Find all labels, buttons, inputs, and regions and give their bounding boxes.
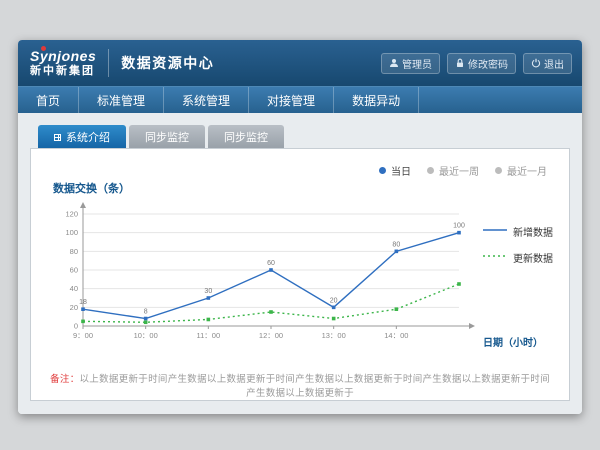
change-password-button[interactable]: 修改密码 — [447, 53, 516, 74]
svg-text:11：00: 11：00 — [197, 331, 221, 340]
svg-text:9：00: 9：00 — [73, 331, 93, 340]
filter-last-month-label: 最近一月 — [507, 163, 547, 178]
svg-text:30: 30 — [204, 288, 212, 295]
svg-text:60: 60 — [267, 260, 275, 267]
line-chart: 0 20 40 60 80 100 120 9：00 10：00 11：00 12：00 13：00 1… — [47, 198, 477, 350]
time-filter-legend: 当日 最近一周 最近一月 — [47, 149, 553, 178]
footnote: 备注：以上数据更新于时间产生数据以上数据更新于时间产生数据以上数据更新于时间产生… — [47, 371, 553, 399]
brand-logo: Synjones 新中新集团 — [28, 49, 96, 77]
logout-button[interactable]: 退出 — [523, 53, 572, 74]
tab-bar: 系统介绍 同步监控 同步监控 — [38, 125, 570, 148]
nav-item-standard-mgmt[interactable]: 标准管理 — [79, 87, 164, 113]
svg-text:14：00: 14：00 — [384, 331, 408, 340]
legend-label: 新增数据 — [513, 224, 553, 239]
tab-system-intro-label: 系统介绍 — [66, 129, 110, 145]
svg-text:100: 100 — [453, 223, 465, 230]
tab-sync-monitor-1-label: 同步监控 — [145, 129, 189, 145]
svg-text:0: 0 — [74, 322, 78, 331]
nav-item-home[interactable]: 首页 — [18, 87, 79, 113]
logout-label: 退出 — [544, 56, 564, 71]
dot-icon — [427, 167, 434, 174]
series-legend: 新增数据更新数据日期（小时） — [477, 198, 553, 355]
legend-label: 更新数据 — [513, 250, 553, 265]
user-icon — [389, 58, 399, 68]
header-divider — [108, 49, 109, 77]
svg-text:13：00: 13：00 — [322, 331, 346, 340]
logo-star-icon — [41, 46, 46, 51]
chart-x-axis-title: 日期（小时） — [483, 334, 553, 349]
dot-icon — [379, 167, 386, 174]
filter-last-month[interactable]: 最近一月 — [495, 163, 547, 178]
filter-today-label: 当日 — [391, 163, 411, 178]
change-password-label: 修改密码 — [468, 56, 508, 71]
power-icon — [531, 58, 541, 68]
svg-text:8: 8 — [144, 309, 148, 316]
nav-item-system-mgmt[interactable]: 系统管理 — [164, 87, 249, 113]
admin-user-label: 管理员 — [402, 56, 432, 71]
admin-user-button[interactable]: 管理员 — [381, 53, 440, 74]
chart-wrap: 0 20 40 60 80 100 120 9：00 10：00 11：00 12：00 13：00 1… — [47, 198, 477, 355]
dot-icon — [495, 167, 502, 174]
header-actions: 管理员 修改密码 退出 — [381, 53, 572, 74]
filter-last-week[interactable]: 最近一周 — [427, 163, 479, 178]
svg-text:20: 20 — [70, 303, 78, 312]
main-nav: 首页 标准管理 系统管理 对接管理 数据异动 — [18, 86, 582, 113]
nav-item-integration-mgmt[interactable]: 对接管理 — [249, 87, 334, 113]
app-header: Synjones 新中新集团 数据资源中心 管理员 修改密码 — [18, 40, 582, 86]
filter-last-week-label: 最近一周 — [439, 163, 479, 178]
tab-system-intro[interactable]: 系统介绍 — [38, 125, 126, 148]
legend-item-new-data[interactable]: 新增数据 — [483, 224, 553, 239]
svg-text:12：00: 12：00 — [259, 331, 283, 340]
footnote-prefix: 备注： — [50, 374, 79, 385]
tab-sync-monitor-2[interactable]: 同步监控 — [208, 125, 284, 148]
svg-text:40: 40 — [70, 284, 78, 293]
filter-today[interactable]: 当日 — [379, 163, 411, 178]
footnote-text: 以上数据更新于时间产生数据以上数据更新于时间产生数据以上数据更新于时间产生数据以… — [80, 374, 550, 399]
logo-text: Synjones — [30, 49, 96, 63]
logo-subtitle: 新中新集团 — [30, 66, 96, 77]
page-title: 数据资源中心 — [121, 53, 214, 73]
svg-text:20: 20 — [330, 297, 338, 304]
app-window: Synjones 新中新集团 数据资源中心 管理员 修改密码 — [18, 40, 582, 414]
chart-row: 0 20 40 60 80 100 120 9：00 10：00 11：00 12：00 13：00 1… — [47, 198, 553, 355]
svg-text:100: 100 — [65, 228, 78, 237]
tab-sync-monitor-2-label: 同步监控 — [224, 129, 268, 145]
svg-text:80: 80 — [70, 247, 78, 256]
line-sample-icon — [483, 226, 507, 237]
chart-y-axis-title: 数据交换（条） — [53, 180, 553, 196]
nav-item-data-change[interactable]: 数据异动 — [334, 87, 419, 113]
svg-text:18: 18 — [79, 299, 87, 306]
chart-panel: 当日 最近一周 最近一月 数据交换（条） 0 20 40 60 80 100 120 9：00… — [30, 148, 570, 401]
tab-sync-monitor-1[interactable]: 同步监控 — [129, 125, 205, 148]
lock-icon — [455, 58, 465, 68]
legend-item-updated-data[interactable]: 更新数据 — [483, 250, 553, 265]
content-area: 系统介绍 同步监控 同步监控 当日 最近一周 — [18, 113, 582, 414]
svg-text:80: 80 — [392, 241, 400, 248]
svg-text:10：00: 10：00 — [134, 331, 158, 340]
svg-text:60: 60 — [70, 266, 78, 275]
svg-text:120: 120 — [65, 210, 78, 219]
line-sample-icon — [483, 252, 507, 263]
grid-icon — [54, 134, 61, 141]
